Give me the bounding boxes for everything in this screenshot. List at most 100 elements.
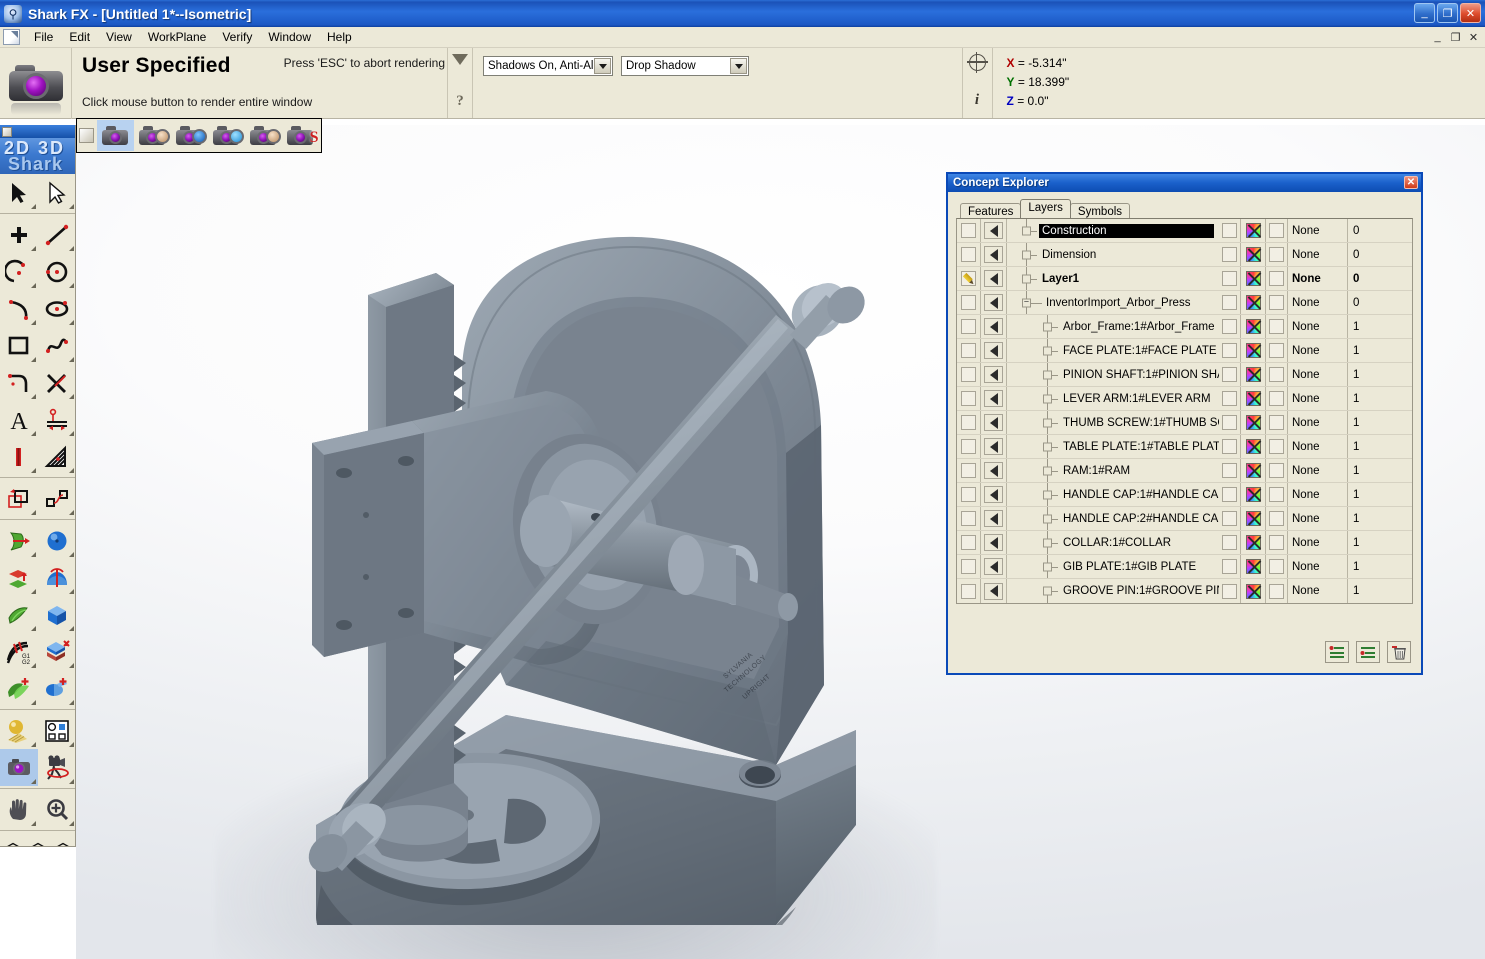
layer-edit-cell[interactable]: [957, 387, 981, 410]
layer-edit-cell[interactable]: [957, 411, 981, 434]
layer-name-cell[interactable]: FACE PLATE:1#FACE PLATE: [1007, 339, 1219, 362]
layer-style-cell[interactable]: None: [1288, 363, 1348, 386]
layer-print-cell[interactable]: [1266, 339, 1288, 362]
layer-color-cell[interactable]: [1241, 555, 1266, 578]
material-tool[interactable]: [0, 712, 38, 749]
render-tool[interactable]: [0, 749, 38, 786]
layer-lock-cell[interactable]: [1219, 315, 1241, 338]
layer-name-cell[interactable]: Arbor_Frame:1#Arbor_Frame: [1007, 315, 1219, 338]
layer-color-cell[interactable]: [1241, 267, 1266, 290]
triangle-down-icon[interactable]: [452, 54, 468, 65]
shadow-quality-select[interactable]: Shadows On, Anti-Ali: [483, 56, 613, 76]
layer-color-cell[interactable]: [1241, 459, 1266, 482]
layer-width-cell[interactable]: 1: [1348, 459, 1412, 482]
text-tool[interactable]: A: [0, 401, 38, 438]
layer-style-cell[interactable]: None: [1288, 387, 1348, 410]
layer-visibility-cell[interactable]: [981, 387, 1007, 410]
layer-visibility-cell[interactable]: [981, 363, 1007, 386]
layer-lock-cell[interactable]: [1219, 267, 1241, 290]
layer-color-cell[interactable]: [1241, 435, 1266, 458]
preset-blue[interactable]: [171, 120, 208, 151]
layer-print-cell[interactable]: [1266, 267, 1288, 290]
layer-print-cell[interactable]: [1266, 243, 1288, 266]
layer-edit-cell[interactable]: [957, 507, 981, 530]
boolean-solid-tool[interactable]: [38, 670, 75, 707]
layer-print-cell[interactable]: [1266, 555, 1288, 578]
layer-width-cell[interactable]: 1: [1348, 339, 1412, 362]
layer-visibility-cell[interactable]: [981, 579, 1007, 603]
layer-color-cell[interactable]: [1241, 315, 1266, 338]
layer-style-cell[interactable]: None: [1288, 483, 1348, 506]
loft-surface-tool[interactable]: [0, 559, 38, 596]
layer-print-cell[interactable]: [1266, 411, 1288, 434]
menu-item-edit[interactable]: Edit: [61, 28, 98, 46]
net-surface-tool[interactable]: [0, 596, 38, 633]
shadow-type-select[interactable]: Drop Shadow: [621, 56, 749, 76]
layer-visibility-cell[interactable]: [981, 483, 1007, 506]
layer-color-cell[interactable]: [1241, 507, 1266, 530]
layer-style-cell[interactable]: None: [1288, 579, 1348, 603]
layer-style-cell[interactable]: None: [1288, 267, 1348, 290]
layer-name-cell[interactable]: THUMB SCREW:1#THUMB SCR: [1007, 411, 1219, 434]
table-row[interactable]: THUMB SCREW:1#THUMB SCR None 1: [957, 411, 1412, 435]
layer-name-cell[interactable]: − InventorImport_Arbor_Press: [1007, 291, 1219, 314]
layer-visibility-cell[interactable]: [981, 291, 1007, 314]
layer-width-cell[interactable]: 1: [1348, 387, 1412, 410]
layer-width-cell[interactable]: 1: [1348, 363, 1412, 386]
table-row[interactable]: RAM:1#RAM None 1: [957, 459, 1412, 483]
layer-width-cell[interactable]: 1: [1348, 555, 1412, 578]
table-row[interactable]: GROOVE PIN:1#GROOVE PIN None 1: [957, 579, 1412, 603]
mdi-minimize-button[interactable]: _: [1429, 29, 1446, 45]
crosshair-target-icon[interactable]: [966, 52, 988, 73]
layers-list[interactable]: Construction None 0 Dimension None 0 Lay…: [956, 218, 1413, 604]
mdi-close-button[interactable]: ✕: [1465, 29, 1482, 45]
layer-style-cell[interactable]: None: [1288, 507, 1348, 530]
layer-visibility-cell[interactable]: [981, 507, 1007, 530]
close-icon[interactable]: ✕: [1404, 176, 1418, 189]
layer-style-cell[interactable]: None: [1288, 291, 1348, 314]
layer-lock-cell[interactable]: [1219, 435, 1241, 458]
animation-tool[interactable]: [38, 749, 75, 786]
layer-width-cell[interactable]: 0: [1348, 267, 1412, 290]
layer-style-cell[interactable]: None: [1288, 339, 1348, 362]
arc-tool[interactable]: [0, 253, 38, 290]
rectangle-tool[interactable]: [0, 327, 38, 364]
layer-visibility-cell[interactable]: [981, 339, 1007, 362]
layer-edit-cell[interactable]: [957, 219, 981, 242]
layer-lock-cell[interactable]: [1219, 243, 1241, 266]
layer-style-cell[interactable]: None: [1288, 555, 1348, 578]
table-row[interactable]: HANDLE CAP:1#HANDLE CAP None 1: [957, 483, 1412, 507]
tool-palette-titlebar[interactable]: [0, 125, 75, 138]
revolve-tool[interactable]: [38, 559, 75, 596]
layer-width-cell[interactable]: 1: [1348, 315, 1412, 338]
offset-tool[interactable]: [38, 480, 75, 517]
layer-style-cell[interactable]: None: [1288, 435, 1348, 458]
extrude-surface-tool[interactable]: [0, 522, 38, 559]
layer-width-cell[interactable]: 0: [1348, 243, 1412, 266]
layer-visibility-cell[interactable]: [981, 435, 1007, 458]
layer-color-cell[interactable]: [1241, 531, 1266, 554]
point-tool[interactable]: [0, 216, 38, 253]
layer-visibility-cell[interactable]: [981, 411, 1007, 434]
restore-button[interactable]: ❐: [1437, 3, 1458, 23]
layer-visibility-cell[interactable]: [981, 555, 1007, 578]
layer-width-cell[interactable]: 1: [1348, 507, 1412, 530]
layer-color-cell[interactable]: [1241, 387, 1266, 410]
menu-item-window[interactable]: Window: [260, 28, 319, 46]
layer-print-cell[interactable]: [1266, 291, 1288, 314]
layer-lock-cell[interactable]: [1219, 411, 1241, 434]
layer-style-cell[interactable]: None: [1288, 459, 1348, 482]
pan-tool[interactable]: [0, 791, 38, 828]
layer-width-cell[interactable]: 1: [1348, 531, 1412, 554]
table-row[interactable]: Construction None 0: [957, 219, 1412, 243]
view-hidden2-tool[interactable]: [50, 833, 75, 846]
table-row[interactable]: − InventorImport_Arbor_Press None 0: [957, 291, 1412, 315]
layer-name-cell[interactable]: HANDLE CAP:1#HANDLE CAP: [1007, 483, 1219, 506]
layer-edit-cell[interactable]: [957, 267, 981, 290]
layer-edit-cell[interactable]: [957, 459, 981, 482]
layer-edit-cell[interactable]: [957, 483, 981, 506]
preset-tan[interactable]: [134, 120, 171, 151]
chevron-down-icon[interactable]: [594, 58, 611, 74]
layer-print-cell[interactable]: [1266, 435, 1288, 458]
view-hidden-tool[interactable]: [25, 833, 50, 846]
